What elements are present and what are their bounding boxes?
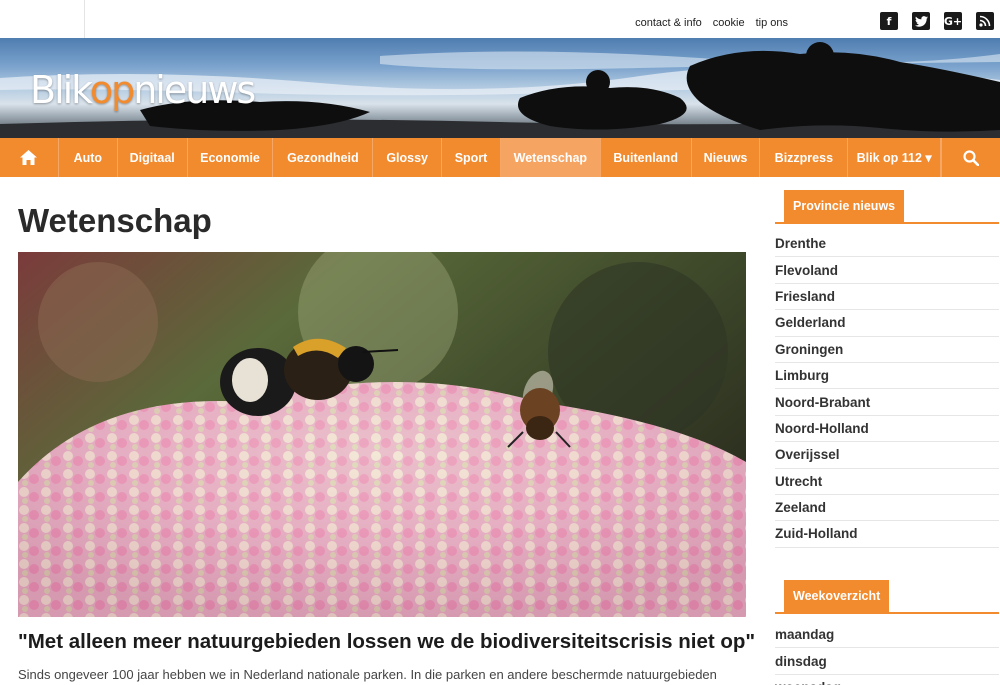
logo-text-blik: Blik — [30, 68, 92, 112]
province-friesland[interactable]: Friesland — [775, 284, 999, 311]
nav-item-sport[interactable]: Sport — [442, 138, 501, 177]
province-overijssel[interactable]: Overijssel — [775, 442, 999, 469]
nav-home[interactable] — [0, 138, 59, 177]
nav-item-glossy[interactable]: Glossy — [373, 138, 443, 177]
main-navigation: Auto Digitaal Economie Gezondheid Glossy… — [0, 138, 1000, 177]
weekday-woensdag[interactable]: woensdag — [775, 675, 999, 685]
divider — [84, 0, 85, 38]
weekday-dinsdag[interactable]: dinsdag — [775, 648, 999, 675]
utility-links: contact & info cookie tip ons — [635, 17, 788, 29]
nav-item-buitenland[interactable]: Buitenland — [601, 138, 692, 177]
province-list: Drenthe Flevoland Friesland Gelderland G… — [775, 231, 999, 548]
province-gelderland[interactable]: Gelderland — [775, 310, 999, 337]
google-plus-icon[interactable]: G+ — [944, 12, 962, 30]
page-title: Wetenschap — [18, 202, 212, 239]
provinces-header: Provincie nieuws — [775, 190, 999, 224]
nav-item-nieuws[interactable]: Nieuws — [692, 138, 761, 177]
nav-item-gezondheid[interactable]: Gezondheid — [273, 138, 374, 177]
social-links: f G+ — [880, 12, 994, 30]
twitter-icon[interactable] — [912, 12, 930, 30]
province-noord-holland[interactable]: Noord-Holland — [775, 416, 999, 443]
week-overview-header: Weekoverzicht — [775, 580, 999, 614]
provinces-title: Provincie nieuws — [784, 190, 905, 222]
tip-ons-link[interactable]: tip ons — [756, 17, 788, 29]
site-logo[interactable]: Blikopnieuws — [30, 68, 256, 112]
province-noord-brabant[interactable]: Noord-Brabant — [775, 389, 999, 416]
nav-search[interactable] — [941, 138, 1000, 177]
search-icon — [963, 149, 980, 166]
nav-item-wetenschap[interactable]: Wetenschap — [500, 138, 601, 177]
bees-on-flowers-image — [18, 252, 746, 617]
province-zeeland[interactable]: Zeeland — [775, 495, 999, 522]
province-flevoland[interactable]: Flevoland — [775, 257, 999, 284]
facebook-icon[interactable]: f — [880, 12, 898, 30]
weekday-list: maandag dinsdag woensdag — [775, 622, 999, 685]
article-headline[interactable]: "Met alleen meer natuurgebieden lossen w… — [18, 630, 758, 654]
weekday-maandag[interactable]: maandag — [775, 622, 999, 649]
province-limburg[interactable]: Limburg — [775, 363, 999, 390]
rss-icon[interactable] — [976, 12, 994, 30]
contact-info-link[interactable]: contact & info — [635, 17, 702, 29]
week-overview-title: Weekoverzicht — [784, 580, 890, 612]
article-excerpt: Sinds ongeveer 100 jaar hebben we in Ned… — [18, 667, 717, 682]
nav-item-economie[interactable]: Economie — [188, 138, 274, 177]
nav-item-auto[interactable]: Auto — [59, 138, 118, 177]
nav-item-blik-op-112[interactable]: Blik op 112 ▾ — [848, 138, 942, 177]
province-utrecht[interactable]: Utrecht — [775, 469, 999, 495]
header-banner: Blikopnieuws — [0, 38, 1000, 138]
nav-item-digitaal[interactable]: Digitaal — [118, 138, 188, 177]
province-zuid-holland[interactable]: Zuid-Holland — [775, 521, 999, 548]
cookie-link[interactable]: cookie — [713, 17, 745, 29]
logo-text-nieuws: nieuws — [133, 68, 256, 112]
home-icon — [20, 150, 38, 165]
logo-text-op: op — [89, 68, 135, 112]
province-groningen[interactable]: Groningen — [775, 337, 999, 363]
top-utility-bar: contact & info cookie tip ons f G+ — [0, 0, 1000, 38]
article-hero-image[interactable] — [18, 252, 746, 617]
province-drenthe[interactable]: Drenthe — [775, 231, 999, 258]
nav-item-bizzpress[interactable]: Bizzpress — [760, 138, 849, 177]
